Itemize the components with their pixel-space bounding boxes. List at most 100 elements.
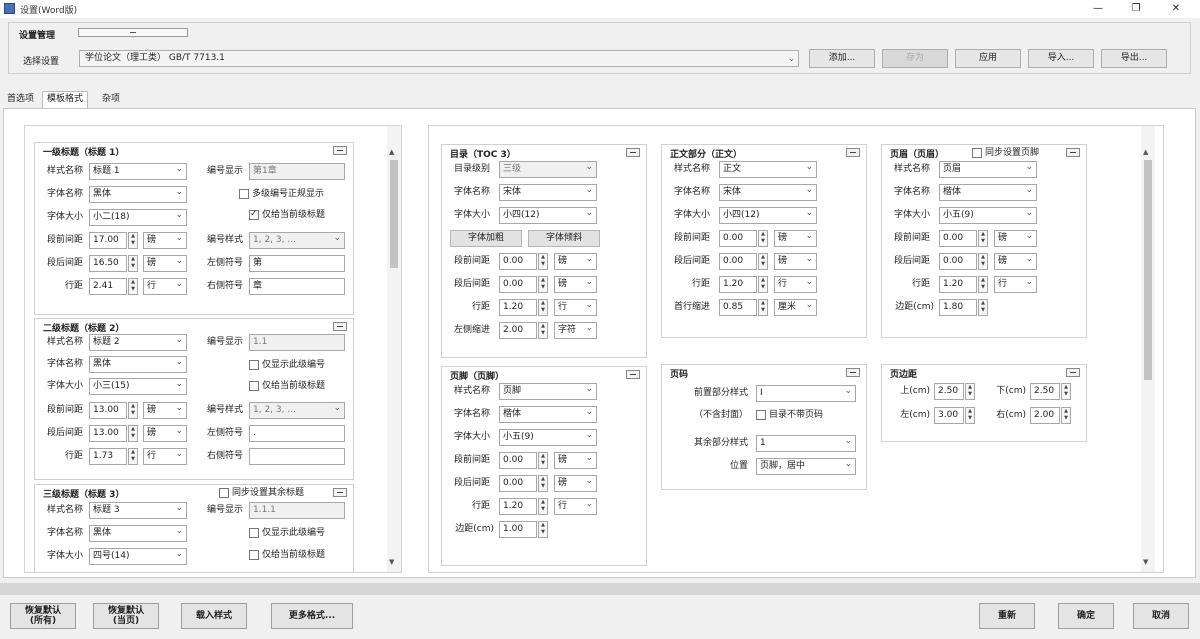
toc-collapse-button[interactable] <box>626 148 640 157</box>
header-line-spacing[interactable]: 1.20 <box>939 276 977 293</box>
more-formats-button[interactable]: 更多格式... <box>271 603 353 629</box>
heading2-space-before[interactable]: 13.00 <box>89 402 127 419</box>
heading3-only-level-checkbox[interactable]: 仅给当前级标题 <box>249 549 325 563</box>
spinner-icon[interactable]: ▲ ▼ <box>978 230 988 247</box>
toc-bold-button[interactable]: 字体加粗 <box>450 230 522 247</box>
heading1-collapse-button[interactable] <box>333 146 347 155</box>
load-style-button[interactable]: 载入样式 <box>181 603 247 629</box>
margin-bottom[interactable]: 2.50 <box>1030 383 1060 400</box>
heading1-line-spacing-unit[interactable]: 行 <box>143 278 187 295</box>
heading1-space-before[interactable]: 17.00 <box>89 232 127 249</box>
heading2-show-level-checkbox[interactable]: 仅显示此级编号 <box>249 359 325 373</box>
toc-line-spacing[interactable]: 1.20 <box>499 299 537 316</box>
header-margin[interactable]: 1.80 <box>939 299 977 316</box>
heading1-only-level-checkbox[interactable]: 仅给当前级标题 <box>249 208 325 223</box>
spinner-icon[interactable]: ▲ ▼ <box>128 448 138 465</box>
scroll-up-icon[interactable]: ▲ <box>1143 148 1148 156</box>
spinner-icon[interactable]: ▲ ▼ <box>758 253 768 270</box>
footer-space-before[interactable]: 0.00 <box>499 452 537 469</box>
spinner-icon[interactable]: ▲ ▼ <box>758 299 768 316</box>
heading2-space-after[interactable]: 13.00 <box>89 425 127 442</box>
toc-no-page-number-checkbox[interactable]: 目录不带页码 <box>756 409 823 423</box>
heading2-style-name[interactable]: 标题 2 <box>89 334 187 351</box>
heading2-number-display[interactable]: 1.1 <box>249 334 345 351</box>
heading2-right-symbol[interactable] <box>249 448 345 465</box>
restore-default-all-button[interactable]: 恢复默认 (所有) <box>10 603 76 629</box>
apply-button[interactable]: 应用 <box>955 49 1021 68</box>
footer-font-size[interactable]: 小五(9) <box>499 429 597 446</box>
body-space-after[interactable]: 0.00 <box>719 253 757 270</box>
left-scrollbar-thumb[interactable] <box>390 160 398 268</box>
heading3-sync-checkbox[interactable]: 同步设置其余标题 <box>219 487 304 501</box>
heading2-line-spacing-unit[interactable]: 行 <box>143 448 187 465</box>
heading3-show-level-checkbox[interactable]: 仅显示此级编号 <box>249 527 325 541</box>
spinner-icon[interactable]: ▲ ▼ <box>128 255 138 272</box>
heading1-number-display[interactable]: 第1章 <box>249 163 345 180</box>
header-space-after-unit[interactable]: 磅 <box>994 253 1037 270</box>
margin-top[interactable]: 2.50 <box>934 383 964 400</box>
body-line-spacing[interactable]: 1.20 <box>719 276 757 293</box>
heading2-left-symbol[interactable]: . <box>249 425 345 442</box>
spinner-icon[interactable]: ▲ ▼ <box>1061 383 1071 400</box>
footer-style-name[interactable]: 页脚 <box>499 383 597 400</box>
scroll-down-icon[interactable]: ▼ <box>389 558 394 566</box>
header-space-before[interactable]: 0.00 <box>939 230 977 247</box>
right-scrollbar[interactable]: ▲ ▼ <box>1141 126 1155 572</box>
footer-line-spacing-unit[interactable]: 行 <box>554 498 597 515</box>
close-button[interactable]: ✕ <box>1156 0 1196 18</box>
heading1-font-name[interactable]: 黑体 <box>89 186 187 203</box>
body-font-name[interactable]: 宋体 <box>719 184 817 201</box>
spinner-icon[interactable]: ▲ ▼ <box>128 278 138 295</box>
rest-page-number-style[interactable]: 1 <box>756 435 856 452</box>
footer-space-after-unit[interactable]: 磅 <box>554 475 597 492</box>
toc-font-size[interactable]: 小四(12) <box>499 207 597 224</box>
heading1-space-before-unit[interactable]: 磅 <box>143 232 187 249</box>
body-font-size[interactable]: 小四(12) <box>719 207 817 224</box>
header-space-before-unit[interactable]: 磅 <box>994 230 1037 247</box>
body-space-before-unit[interactable]: 磅 <box>774 230 817 247</box>
heading1-line-spacing[interactable]: 2.41 <box>89 278 127 295</box>
page-number-position[interactable]: 页脚，居中 <box>756 458 856 475</box>
toc-font-name[interactable]: 宋体 <box>499 184 597 201</box>
spinner-icon[interactable]: ▲ ▼ <box>758 230 768 247</box>
margin-right[interactable]: 2.00 <box>1030 407 1060 424</box>
header-sync-footer-checkbox[interactable]: 同步设置页脚 <box>972 147 1039 161</box>
spinner-icon[interactable]: ▲ ▼ <box>978 276 988 293</box>
spinner-icon[interactable]: ▲ ▼ <box>128 232 138 249</box>
toc-space-before[interactable]: 0.00 <box>499 253 537 270</box>
ok-button[interactable]: 确定 <box>1058 603 1114 629</box>
body-first-indent-unit[interactable]: 厘米 <box>774 299 817 316</box>
header-collapse-button[interactable] <box>1066 148 1080 157</box>
heading1-left-symbol[interactable]: 第 <box>249 255 345 272</box>
spinner-icon[interactable]: ▲ ▼ <box>978 253 988 270</box>
heading2-only-level-checkbox[interactable]: 仅给当前级标题 <box>249 380 325 394</box>
header-space-after[interactable]: 0.00 <box>939 253 977 270</box>
spinner-icon[interactable]: ▲ ▼ <box>128 402 138 419</box>
heading1-font-size[interactable]: 小二(18) <box>89 209 187 226</box>
toc-line-spacing-unit[interactable]: 行 <box>554 299 597 316</box>
spinner-icon[interactable]: ▲ ▼ <box>758 276 768 293</box>
toc-level[interactable]: 三级 <box>499 161 597 178</box>
heading3-font-name[interactable]: 黑体 <box>89 525 187 542</box>
restore-button[interactable]: ❐ <box>1116 0 1156 18</box>
import-button[interactable]: 导入... <box>1028 49 1094 68</box>
toc-indent-unit[interactable]: 字符 <box>554 322 597 339</box>
footer-collapse-button[interactable] <box>626 370 640 379</box>
spinner-icon[interactable]: ▲ ▼ <box>965 383 975 400</box>
header-font-name[interactable]: 楷体 <box>939 184 1037 201</box>
export-button[interactable]: 导出... <box>1101 49 1167 68</box>
body-space-after-unit[interactable]: 磅 <box>774 253 817 270</box>
heading3-font-size[interactable]: 四号(14) <box>89 548 187 565</box>
page-margins-collapse-button[interactable] <box>1066 368 1080 377</box>
spinner-icon[interactable]: ▲ ▼ <box>538 521 548 538</box>
save-as-button[interactable]: 存为 <box>882 49 948 68</box>
body-space-before[interactable]: 0.00 <box>719 230 757 247</box>
spinner-icon[interactable]: ▲ ▼ <box>538 253 548 270</box>
footer-margin[interactable]: 1.00 <box>499 521 537 538</box>
tab-preferences[interactable]: 首选项 <box>3 92 38 108</box>
spinner-icon[interactable]: ▲ ▼ <box>538 276 548 293</box>
body-collapse-button[interactable] <box>846 148 860 157</box>
right-scrollbar-thumb[interactable] <box>1144 160 1152 380</box>
footer-line-spacing[interactable]: 1.20 <box>499 498 537 515</box>
heading1-multi-level-checkbox[interactable]: 多级编号正规显示 <box>239 188 324 202</box>
